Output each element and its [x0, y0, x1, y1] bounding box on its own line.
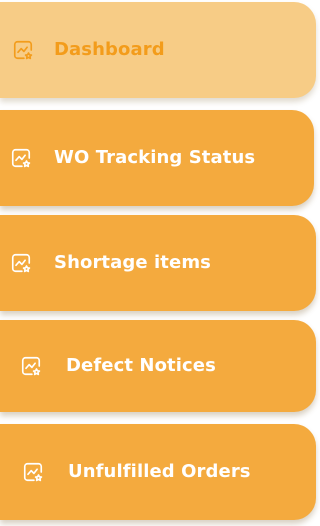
chart-star-icon — [10, 252, 32, 274]
nav-item-label: WO Tracking Status — [54, 147, 256, 168]
nav-item-defect-notices[interactable]: Defect Notices — [0, 320, 316, 412]
chart-star-icon — [22, 461, 44, 483]
sidebar-nav: Dashboard WO Tracking Status Shortage it… — [0, 0, 320, 526]
nav-item-label: Unfulfilled Orders — [68, 461, 251, 482]
nav-item-label: Shortage items — [54, 252, 211, 273]
chart-star-icon — [20, 355, 42, 377]
nav-item-label: Defect Notices — [66, 355, 216, 376]
nav-item-label: Dashboard — [54, 39, 165, 60]
nav-item-wo-tracking-status[interactable]: WO Tracking Status — [0, 110, 314, 206]
nav-item-unfulfilled-orders[interactable]: Unfulfilled Orders — [0, 424, 316, 520]
nav-item-dashboard[interactable]: Dashboard — [0, 2, 316, 98]
chart-star-icon — [12, 39, 34, 61]
chart-star-icon — [10, 147, 32, 169]
nav-item-shortage-items[interactable]: Shortage items — [0, 215, 316, 311]
